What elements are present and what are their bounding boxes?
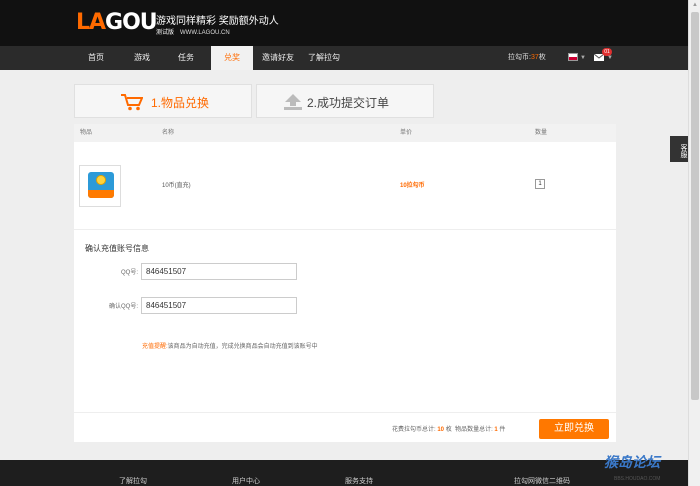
site-url: WWW.LAGOU.CN	[180, 30, 230, 36]
cost-unit: 枚	[445, 427, 452, 433]
footer-link-support[interactable]: 服务支持	[345, 476, 373, 486]
coin-icon	[96, 175, 106, 185]
beta-label: 测试版	[156, 30, 175, 36]
site-header: LAGOU 游戏同样精彩 奖励额外动人 测试版 WWW.LAGOU.CN	[0, 0, 688, 46]
nav-item-games[interactable]: 游戏	[122, 46, 162, 70]
product-thumbnail	[79, 165, 121, 207]
chevron-down-icon: ▼	[580, 55, 586, 61]
product-price: 10拉勾币	[400, 183, 425, 189]
column-header-quantity: 数量	[535, 130, 548, 136]
footer-link-user-center[interactable]: 用户中心	[232, 476, 260, 486]
nav-item-invite[interactable]: 邀请好友	[256, 46, 300, 70]
confirm-qq-label: 确认QQ号:	[108, 304, 138, 310]
step-label-exchange: 1.物品兑换	[151, 96, 210, 110]
logo-text-la: LA	[76, 10, 106, 35]
count-unit: 件	[499, 427, 506, 433]
product-name: 10币(直充)	[162, 183, 191, 189]
divider	[74, 229, 616, 230]
order-summary-bar: 花费拉勾币总计: 10 枚 物品数量总计: 1 件 立即兑换	[74, 412, 616, 442]
step-item-exchange: 1.物品兑换	[74, 84, 252, 118]
nav-item-redeem[interactable]: 兑奖	[211, 46, 253, 70]
watermark-title: 猴岛论坛	[604, 454, 660, 470]
table-header: 物品 名称 单价 数量	[74, 124, 616, 142]
notice-highlight: 充值提醒:	[142, 344, 168, 350]
column-header-item: 物品	[80, 130, 93, 136]
quantity-field[interactable]: 1	[535, 179, 545, 189]
flag-icon	[568, 53, 578, 61]
sub-tagline: 测试版 WWW.LAGOU.CN	[156, 27, 230, 36]
balance-unit: 枚	[538, 54, 546, 61]
nav-item-tasks[interactable]: 任务	[166, 46, 206, 70]
coin-product-icon	[88, 172, 114, 198]
order-panel: 物品 名称 单价 数量 10币(直充) 10拉勾币 1 确认充值账号信息 QQ号…	[74, 124, 616, 442]
balance-label: 拉勾币:	[508, 54, 531, 61]
page-scrollbar[interactable]: ▲	[688, 0, 700, 486]
nav-item-home[interactable]: 首页	[76, 46, 116, 70]
cost-label: 花费拉勾币总计:	[392, 427, 436, 433]
balance-display: 拉勾币:37枚	[508, 46, 546, 70]
redeem-now-button[interactable]: 立即兑换	[539, 419, 609, 439]
qq-label: QQ号:	[120, 270, 138, 276]
site-footer: 了解拉勾 用户中心 服务支持 拉勾网微信二维码	[0, 460, 688, 486]
upload-icon	[284, 94, 302, 110]
customer-service-tab[interactable]: 客服	[670, 136, 688, 162]
notice-text: 该商品为自动充值，完成兑换商品会自动充值到该账号中	[167, 344, 318, 350]
recharge-notice: 充值提醒:该商品为自动充值，完成兑换商品会自动充值到该账号中	[142, 341, 318, 350]
nav-item-about[interactable]: 了解拉勾	[302, 46, 346, 70]
watermark-url: BBS.HOUDAO.COM	[614, 476, 661, 482]
section-title: 确认充值账号信息	[85, 244, 149, 253]
language-dropdown[interactable]: ▼	[568, 53, 586, 63]
logo-text-gou: GOU	[105, 10, 158, 35]
column-header-name: 名称	[162, 130, 175, 136]
count-label: 物品数量总计:	[455, 427, 493, 433]
qq-input[interactable]	[141, 263, 297, 280]
confirm-qq-input[interactable]	[141, 297, 297, 314]
messages-button[interactable]: 01 ▼	[593, 48, 613, 63]
cost-value: 10	[437, 427, 445, 433]
count-value: 1	[494, 427, 498, 433]
cart-icon	[121, 94, 143, 111]
tile-band	[88, 190, 114, 198]
column-header-price: 单价	[400, 130, 413, 136]
tagline: 游戏同样精彩 奖励额外动人	[156, 16, 279, 27]
step-item-submit: 2.成功提交订单	[256, 84, 434, 118]
main-nav: 首页 游戏 任务 兑奖 邀请好友 了解拉勾 拉勾币:37枚 ▼ 01 ▼	[0, 46, 688, 70]
scroll-up-icon[interactable]: ▲	[692, 2, 698, 8]
footer-link-about[interactable]: 了解拉勾	[119, 476, 147, 486]
order-summary: 花费拉勾币总计: 10 枚 物品数量总计: 1 件	[392, 424, 505, 433]
scroll-thumb[interactable]	[691, 12, 699, 400]
step-label-submit: 2.成功提交订单	[307, 96, 390, 110]
balance-value: 37	[530, 54, 539, 61]
site-logo[interactable]: LAGOU	[76, 10, 158, 35]
watermark: 猴岛论坛 BBS.HOUDAO.COM	[604, 452, 688, 482]
chevron-down-icon: ▼	[607, 55, 613, 61]
footer-link-wechat-qr[interactable]: 拉勾网微信二维码	[514, 476, 570, 486]
